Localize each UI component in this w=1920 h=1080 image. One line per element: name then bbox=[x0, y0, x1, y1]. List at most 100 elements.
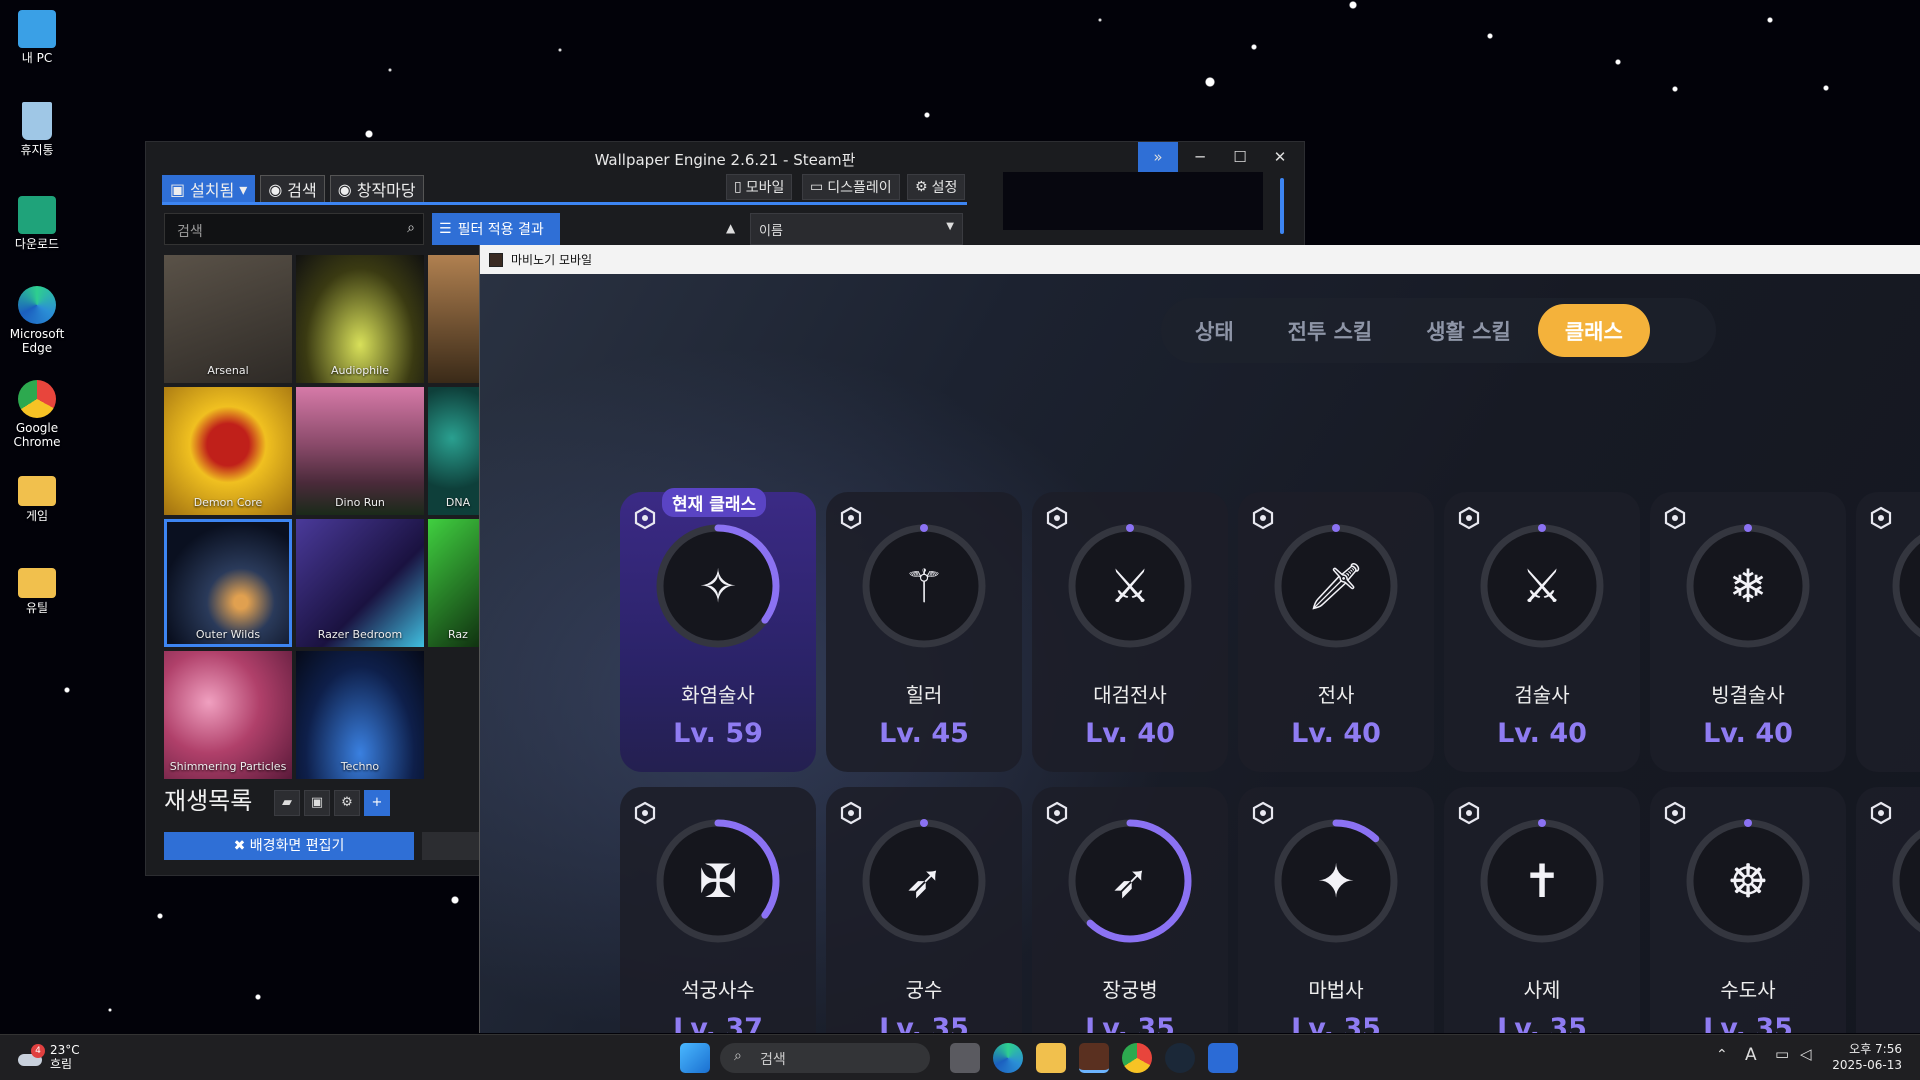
sort-select[interactable]: 이름 ▼ bbox=[750, 213, 963, 245]
class-card[interactable]: 현재 클래스 ✧ 화염술사 Lv. 59 bbox=[620, 488, 816, 772]
class-level: Lv. 35 bbox=[879, 1013, 969, 1033]
class-card[interactable]: ⚚ 힐러 Lv. 45 bbox=[826, 492, 1022, 772]
windows-start-icon[interactable] bbox=[680, 1043, 710, 1073]
add-icon[interactable]: + bbox=[364, 790, 390, 816]
wallpaper-tile[interactable]: Razer Bedroom bbox=[296, 519, 424, 647]
taskbar: 4 23°C 흐림 ⌕ 검색 ⌃ A ▭ ◁ 오후 7:56 2025-06-13 bbox=[0, 1034, 1920, 1080]
notification-badge: 4 bbox=[31, 1044, 45, 1058]
file-explorer-icon[interactable] bbox=[1036, 1043, 1066, 1073]
tab-combat-skills[interactable]: 전투 스킬 bbox=[1261, 304, 1400, 357]
tab-workshop[interactable]: ◉ 창작마당 bbox=[329, 175, 424, 203]
class-card-partial[interactable] bbox=[1856, 787, 1920, 1033]
weather-widget[interactable]: 4 23°C 흐림 bbox=[18, 1043, 80, 1071]
class-level: Lv. 40 bbox=[1291, 718, 1381, 749]
network-icon[interactable]: ▭ bbox=[1775, 1045, 1789, 1063]
class-level: Lv. 59 bbox=[673, 718, 763, 749]
minimize-icon[interactable]: ─ bbox=[1180, 142, 1220, 172]
tab-installed[interactable]: ▣ 설치됨 ▾ bbox=[162, 175, 256, 203]
desktop-icon-my-pc[interactable]: 내 PC bbox=[4, 10, 70, 65]
open-folder-icon[interactable]: ▰ bbox=[274, 790, 300, 816]
desktop-icon-downloads[interactable]: 다운로드 bbox=[4, 196, 70, 251]
class-card[interactable]: ⚔ 검술사 Lv. 40 bbox=[1444, 492, 1640, 772]
mabinogi-taskbar-icon[interactable] bbox=[1079, 1043, 1109, 1073]
class-card[interactable]: 🗡 전사 Lv. 40 bbox=[1238, 492, 1434, 772]
tab-underline bbox=[162, 202, 967, 205]
class-card[interactable]: ✠ 석궁사수 Lv. 37 bbox=[620, 787, 816, 1033]
desktop-icon-recycle-bin[interactable]: 휴지통 bbox=[4, 102, 70, 157]
class-progress-ring: ☸ bbox=[1686, 819, 1810, 943]
wallpaper-tile[interactable]: Outer Wilds bbox=[164, 519, 292, 647]
wallpaper-tile[interactable]: Demon Core bbox=[164, 387, 292, 515]
wallpaper-engine-icon[interactable] bbox=[1208, 1043, 1238, 1073]
maximize-icon[interactable]: ☐ bbox=[1220, 142, 1260, 172]
app-icon bbox=[489, 252, 503, 267]
scrollbar[interactable] bbox=[1280, 178, 1284, 234]
chrome-icon[interactable] bbox=[1122, 1043, 1152, 1073]
settings-button[interactable]: ⚙ 설정 bbox=[907, 174, 966, 200]
weather-temp: 23°C bbox=[50, 1043, 80, 1057]
secondary-button[interactable] bbox=[422, 832, 482, 860]
tab-search[interactable]: ◉ 검색 bbox=[260, 175, 325, 203]
class-name: 화염술사 bbox=[681, 683, 755, 707]
desktop-icon-chrome[interactable]: Google Chrome bbox=[4, 380, 70, 449]
class-icon: 🗡 bbox=[1307, 559, 1365, 613]
class-card[interactable]: ✦ 마법사 Lv. 35 bbox=[1238, 787, 1434, 1033]
taskbar-search[interactable]: ⌕ 검색 bbox=[720, 1043, 930, 1073]
tab-life-skills[interactable]: 생활 스킬 bbox=[1399, 304, 1538, 357]
collapse-icon[interactable]: » bbox=[1138, 142, 1178, 172]
wallpaper-tile[interactable]: Shimmering Particles bbox=[164, 651, 292, 779]
tray-chevron-up-icon[interactable]: ⌃ bbox=[1716, 1047, 1728, 1063]
folder-icon bbox=[18, 476, 56, 506]
class-card[interactable]: ➶ 궁수 Lv. 35 bbox=[826, 787, 1022, 1033]
desktop-icon-util[interactable]: 유틸 bbox=[4, 568, 70, 615]
we-titlebar[interactable]: Wallpaper Engine 2.6.21 - Steam판 » ─ ☐ ✕ bbox=[146, 142, 1304, 172]
desktop-icon-games[interactable]: 게임 bbox=[4, 476, 70, 523]
class-icon: ➶ bbox=[1111, 854, 1150, 908]
phone-icon: ▯ bbox=[734, 179, 742, 195]
class-card[interactable]: ☸ 수도사 Lv. 35 bbox=[1650, 787, 1846, 1033]
class-card[interactable]: ⚔ 대검전사 Lv. 40 bbox=[1032, 492, 1228, 772]
wallpaper-tile[interactable]: Arsenal bbox=[164, 255, 292, 383]
class-name: 대검전사 bbox=[1093, 683, 1167, 707]
ime-icon[interactable]: A bbox=[1745, 1045, 1757, 1065]
cloud-icon: 4 bbox=[18, 1044, 45, 1068]
class-icon: ⚚ bbox=[903, 559, 944, 613]
wallpaper-tile[interactable]: Dino Run bbox=[296, 387, 424, 515]
task-view-icon[interactable] bbox=[950, 1043, 980, 1073]
volume-icon[interactable]: ◁ bbox=[1800, 1045, 1812, 1063]
filter-button[interactable]: ☰ 필터 적용 결과 bbox=[432, 213, 560, 245]
class-progress-ring bbox=[1892, 534, 1920, 638]
wallpaper-editor-button[interactable]: ✖ 배경화면 편집기 bbox=[164, 832, 414, 860]
display-button[interactable]: ▭ 디스플레이 bbox=[802, 174, 900, 200]
class-name: 석궁사수 bbox=[681, 978, 755, 1002]
sort-direction-icon[interactable]: ▲ bbox=[726, 221, 735, 235]
tab-class[interactable]: 클래스 bbox=[1537, 304, 1650, 357]
mobile-button[interactable]: ▯ 모바일 bbox=[726, 174, 793, 200]
search-input[interactable]: 검색 ⌕ bbox=[164, 213, 424, 245]
class-card-partial[interactable] bbox=[1856, 492, 1920, 772]
dropdown-icon: ▾ bbox=[239, 179, 248, 199]
edge-icon bbox=[18, 286, 56, 324]
class-progress-ring: ⚔ bbox=[1480, 524, 1604, 648]
class-card[interactable]: ✝ 사제 Lv. 35 bbox=[1444, 787, 1640, 1033]
class-level: Lv. 35 bbox=[1085, 1013, 1175, 1033]
class-level: Lv. 40 bbox=[1497, 718, 1587, 749]
playlist-settings-icon[interactable]: ⚙ bbox=[334, 790, 360, 816]
save-icon[interactable]: ▣ bbox=[304, 790, 330, 816]
clock[interactable]: 오후 7:56 2025-06-13 bbox=[1832, 1041, 1902, 1073]
class-level: Lv. 40 bbox=[1703, 718, 1793, 749]
tab-status[interactable]: 상태 bbox=[1168, 304, 1261, 357]
class-progress-ring: ✝ bbox=[1480, 819, 1604, 943]
close-icon[interactable]: ✕ bbox=[1260, 142, 1300, 172]
steam-icon[interactable] bbox=[1165, 1043, 1195, 1073]
class-progress-ring: ➶ bbox=[862, 819, 986, 943]
tools-icon: ✖ bbox=[233, 838, 250, 854]
class-card[interactable]: ➶ 장궁병 Lv. 35 bbox=[1032, 787, 1228, 1033]
class-card[interactable]: ❄ 빙결술사 Lv. 40 bbox=[1650, 492, 1846, 772]
wallpaper-tile[interactable]: Audiophile bbox=[296, 255, 424, 383]
class-level: Lv. 40 bbox=[1085, 718, 1175, 749]
mabinogi-titlebar[interactable]: 마비노기 모바일 bbox=[480, 245, 1920, 274]
edge-icon[interactable] bbox=[993, 1043, 1023, 1073]
wallpaper-tile[interactable]: Techno bbox=[296, 651, 424, 779]
desktop-icon-edge[interactable]: Microsoft Edge bbox=[4, 286, 70, 355]
